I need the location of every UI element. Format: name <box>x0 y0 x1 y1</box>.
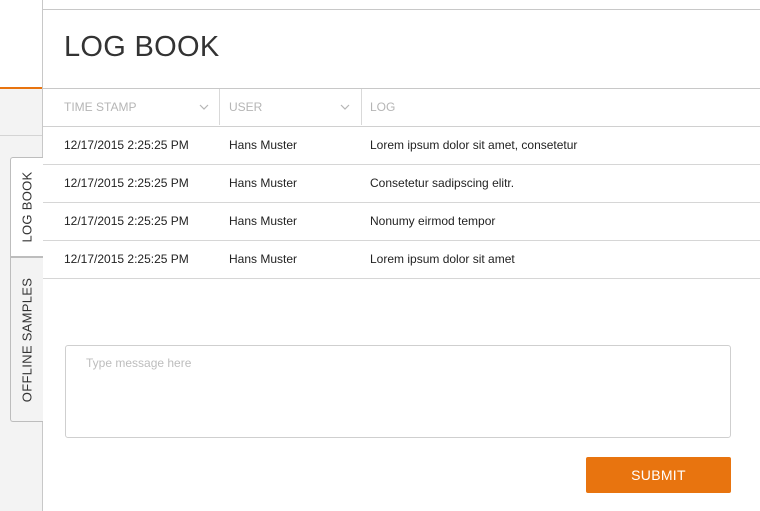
main-panel: LOG BOOK TIME STAMP USER LOG 12/17/2015 … <box>43 0 760 511</box>
table-row[interactable]: 12/17/2015 2:25:25 PM Hans Muster Conset… <box>43 165 760 203</box>
message-input[interactable] <box>65 345 731 438</box>
user-cell: Hans Muster <box>229 214 298 228</box>
chevron-down-icon[interactable] <box>198 101 210 113</box>
column-divider <box>361 89 362 125</box>
tab-offline-samples[interactable]: OFFLINE SAMPLES <box>10 257 43 422</box>
table-row[interactable]: 12/17/2015 2:25:25 PM Hans Muster Nonumy… <box>43 203 760 241</box>
chevron-down-icon[interactable] <box>339 101 351 113</box>
page-title: LOG BOOK <box>64 31 220 63</box>
column-header-label: TIME STAMP <box>64 100 137 114</box>
column-header-label: USER <box>229 100 263 114</box>
log-cell: Lorem ipsum dolor sit amet <box>370 252 515 266</box>
column-header-label: LOG <box>370 100 396 114</box>
column-header-log: LOG <box>370 89 750 125</box>
table-row[interactable]: 12/17/2015 2:25:25 PM Hans Muster Lorem … <box>43 241 760 279</box>
divider <box>0 135 42 136</box>
column-divider <box>219 89 220 125</box>
app-window: LOG BOOK OFFLINE SAMPLES LOG BOOK TIME S… <box>0 0 760 511</box>
log-cell: Consetetur sadipscing elitr. <box>370 176 515 190</box>
timestamp-cell: 12/17/2015 2:25:25 PM <box>64 138 189 152</box>
user-cell: Hans Muster <box>229 138 298 152</box>
side-tab-bar-header <box>0 0 42 87</box>
user-cell: Hans Muster <box>229 176 298 190</box>
timestamp-cell: 12/17/2015 2:25:25 PM <box>64 214 189 228</box>
column-header-user[interactable]: USER <box>229 89 359 125</box>
user-cell: Hans Muster <box>229 252 298 266</box>
log-cell: Nonumy eirmod tempor <box>370 214 496 228</box>
timestamp-cell: 12/17/2015 2:25:25 PM <box>64 176 189 190</box>
submit-button[interactable]: SUBMIT <box>586 457 731 493</box>
divider <box>43 9 760 10</box>
table-row[interactable]: 12/17/2015 2:25:25 PM Hans Muster Lorem … <box>43 127 760 165</box>
column-header-timestamp[interactable]: TIME STAMP <box>64 89 219 125</box>
tab-log-book-label: LOG BOOK <box>19 171 35 243</box>
log-cell: Lorem ipsum dolor sit amet, consetetur <box>370 138 578 152</box>
accent-line <box>0 87 42 89</box>
tab-offline-samples-label: OFFLINE SAMPLES <box>19 277 35 402</box>
tab-log-book[interactable]: LOG BOOK <box>10 157 43 257</box>
timestamp-cell: 12/17/2015 2:25:25 PM <box>64 252 189 266</box>
